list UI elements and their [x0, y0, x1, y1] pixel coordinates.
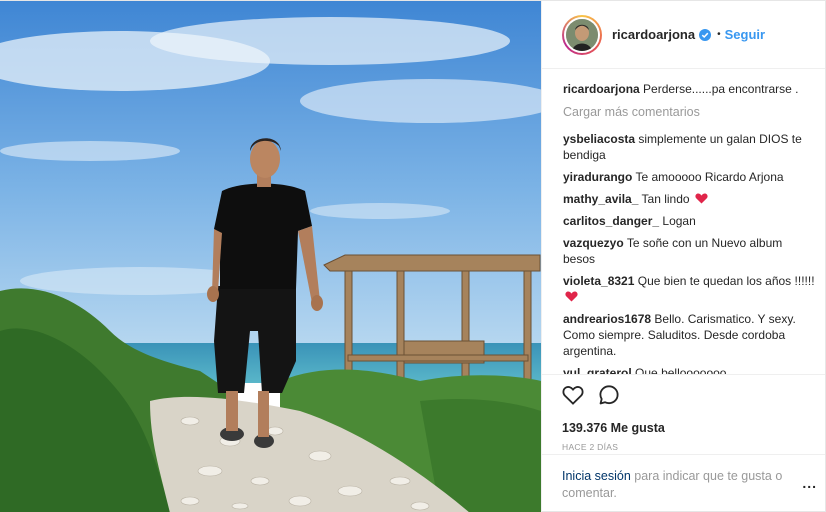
- comment-item: vazquezyo Te soñe con un Nuevo album bes…: [563, 235, 815, 267]
- comment-text: Tan lindo: [641, 192, 690, 206]
- post-photo[interactable]: [0, 1, 541, 512]
- comments-list[interactable]: ricardoarjona Perderse......pa encontrar…: [542, 69, 825, 375]
- comment-item: violeta_8321 Que bien te quedan los años…: [563, 273, 815, 305]
- login-link[interactable]: Inicia sesión: [562, 469, 631, 483]
- comment-text: Logan: [662, 214, 696, 228]
- comment-item: carlitos_danger_ Logan: [563, 213, 815, 229]
- comment-item: mathy_avila_ Tan lindo: [563, 191, 815, 207]
- comment-item: andrearios1678 Bello. Carismatico. Y sex…: [563, 311, 815, 359]
- caption-username[interactable]: ricardoarjona: [563, 82, 640, 96]
- comment-bubble-icon[interactable]: [598, 384, 620, 406]
- comment-item: ysbeliacosta simplemente un galan DIOS t…: [563, 131, 815, 163]
- follow-button[interactable]: Seguir: [725, 27, 765, 42]
- instagram-post: ricardoarjona • Seguir ricardoarjona Per…: [0, 0, 826, 512]
- caption-text: Perderse......pa encontrarse .: [643, 82, 799, 96]
- comment-username[interactable]: ysbeliacosta: [563, 132, 635, 146]
- red-heart-icon: [695, 193, 708, 204]
- comment-text: Que bien te quedan los años !!!!!!: [637, 274, 815, 288]
- header-username[interactable]: ricardoarjona: [612, 27, 695, 42]
- verified-badge-icon: [699, 28, 712, 41]
- post-date[interactable]: HACE 2 DÍAS: [562, 442, 825, 452]
- post-header: ricardoarjona • Seguir: [542, 1, 825, 69]
- comment-username[interactable]: violeta_8321: [563, 274, 634, 288]
- comment-text: Te amooooo Ricardo Arjona: [635, 170, 784, 184]
- comment-username[interactable]: vazquezyo: [563, 236, 624, 250]
- comment-item: yiradurango Te amooooo Ricardo Arjona: [563, 169, 815, 185]
- comment-username[interactable]: andrearios1678: [563, 312, 651, 326]
- red-heart-icon: [565, 291, 578, 302]
- post-side-panel: ricardoarjona • Seguir ricardoarjona Per…: [541, 1, 825, 512]
- comment-username[interactable]: carlitos_danger_: [563, 214, 659, 228]
- action-icons: [562, 383, 825, 407]
- comment-username[interactable]: mathy_avila_: [563, 192, 638, 206]
- heart-outline-icon[interactable]: [562, 385, 584, 405]
- comment-username[interactable]: yiradurango: [563, 170, 632, 184]
- post-actions: 139.376 Me gusta HACE 2 DÍAS: [542, 374, 825, 452]
- more-options-button[interactable]: ...: [802, 475, 817, 491]
- story-ring[interactable]: [562, 14, 602, 55]
- photo-scene: [0, 1, 541, 512]
- likes-count[interactable]: 139.376 Me gusta: [562, 421, 825, 435]
- avatar-image: [566, 18, 598, 51]
- header-separator: •: [717, 29, 721, 40]
- avatar[interactable]: [564, 16, 600, 53]
- load-more-comments-button[interactable]: Cargar más comentarios: [563, 105, 815, 119]
- login-prompt: Inicia sesión para indicar que te gusta …: [542, 454, 825, 502]
- caption: ricardoarjona Perderse......pa encontrar…: [563, 81, 815, 97]
